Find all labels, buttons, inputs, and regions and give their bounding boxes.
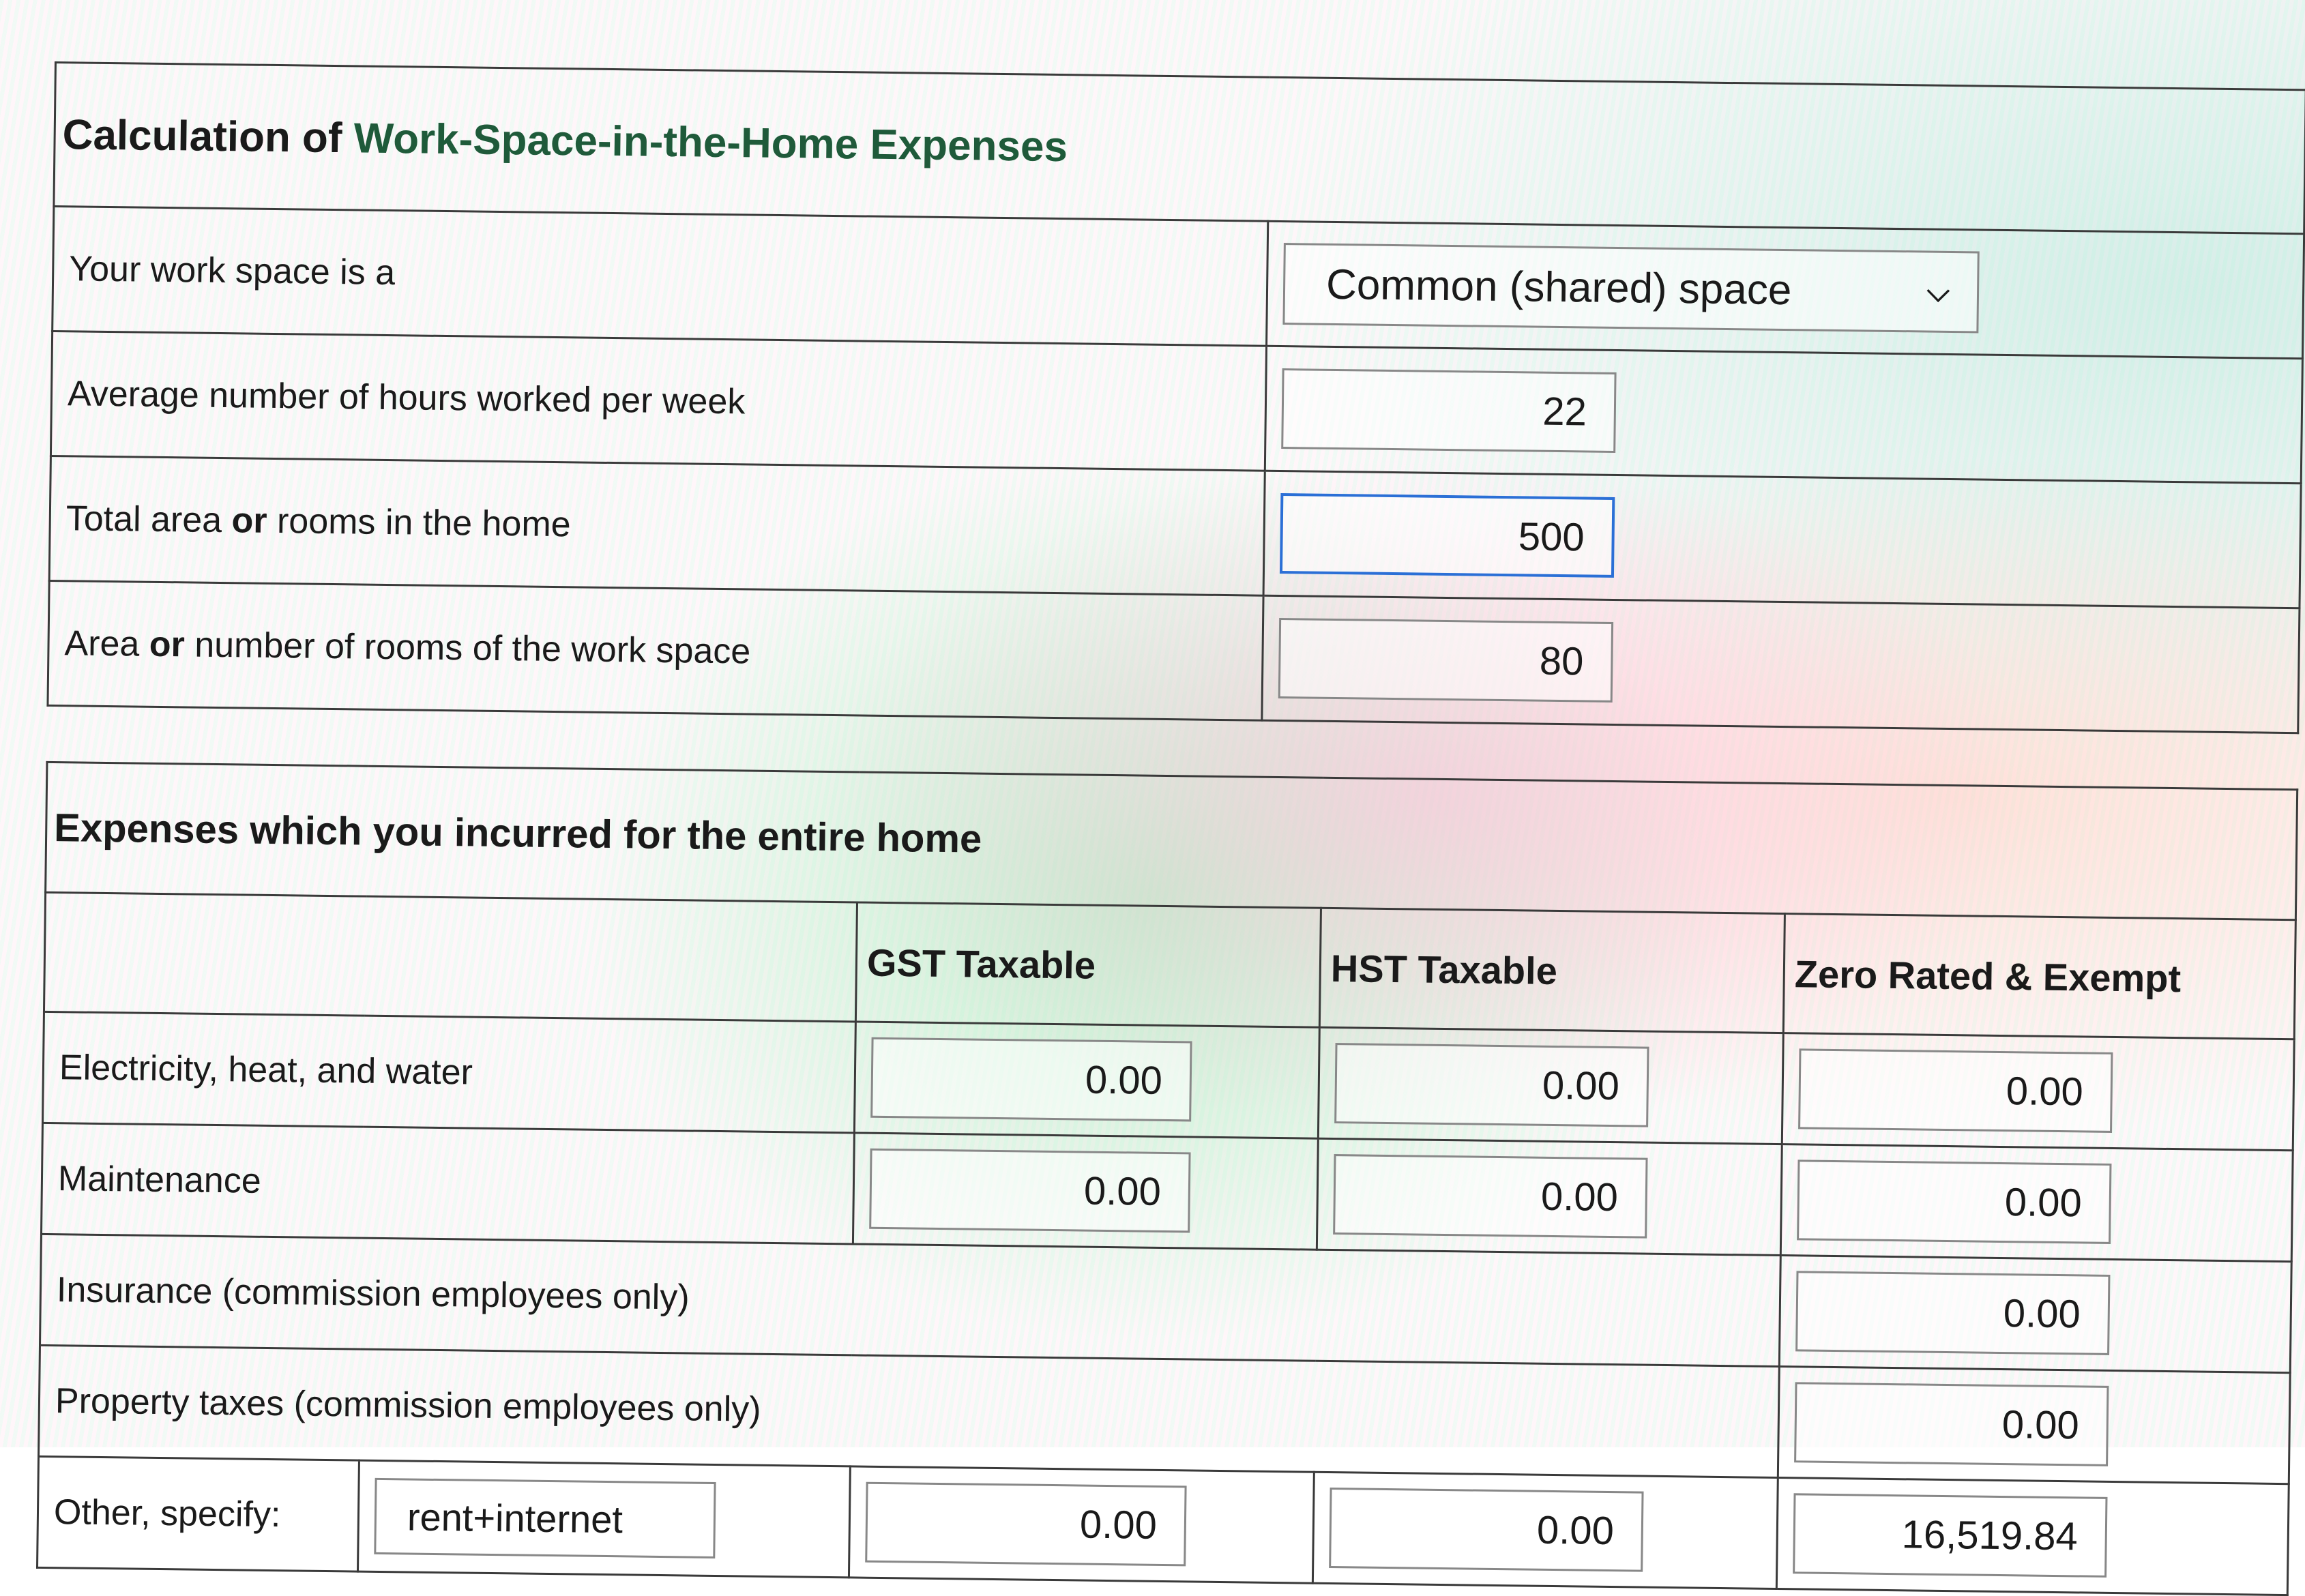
utilities-hst-input[interactable]: 0.00 bbox=[1334, 1043, 1649, 1127]
property-taxes-zero-input[interactable]: 0.00 bbox=[1794, 1382, 2109, 1466]
chevron-down-icon: ⌵ bbox=[1926, 274, 1950, 308]
total-area-or: or bbox=[231, 501, 267, 541]
work-space-table: Calculation of Work-Space-in-the-Home Ex… bbox=[46, 61, 2305, 734]
utilities-hst-cell: 0.00 bbox=[1318, 1027, 1784, 1144]
column-hst-taxable: HST Taxable bbox=[1319, 908, 1785, 1033]
maintenance-label: Maintenance bbox=[41, 1123, 855, 1244]
property-taxes-label: Property taxes (commission employees onl… bbox=[38, 1345, 1780, 1478]
insurance-label: Insurance (commission employees only) bbox=[40, 1234, 1781, 1367]
column-gst-taxable: GST Taxable bbox=[855, 902, 1321, 1028]
maintenance-zero-input[interactable]: 0.00 bbox=[1797, 1159, 2112, 1244]
hours-input[interactable]: 22 bbox=[1281, 368, 1617, 453]
other-zero-input[interactable]: 16,519.84 bbox=[1793, 1493, 2108, 1578]
work-area-cell: 80 bbox=[1261, 595, 2300, 733]
other-gst-cell: 0.00 bbox=[849, 1466, 1315, 1584]
total-area-cell: 500 bbox=[1263, 471, 2302, 608]
other-zero-cell: 16,519.84 bbox=[1776, 1477, 2289, 1595]
work-space-type-select[interactable]: Common (shared) space ⌵ bbox=[1282, 243, 1980, 334]
work-area-label-a: Area bbox=[64, 623, 150, 664]
other-gst-input[interactable]: 0.00 bbox=[865, 1481, 1187, 1567]
other-hst-cell: 0.00 bbox=[1312, 1472, 1778, 1589]
maintenance-hst-cell: 0.00 bbox=[1317, 1138, 1782, 1256]
work-space-type-value: Common (shared) space bbox=[1325, 261, 1792, 314]
section-title-prefix: Calculation of bbox=[62, 110, 355, 162]
other-specify-cell: rent+internet bbox=[357, 1460, 851, 1578]
work-area-label-b: number of rooms of the work space bbox=[184, 625, 751, 672]
section-title-emphasis: Work-Space-in-the-Home Expenses bbox=[353, 114, 1068, 171]
work-space-type-cell: Common (shared) space ⌵ bbox=[1266, 221, 2304, 359]
total-area-label-a: Total area bbox=[65, 499, 232, 541]
total-area-label-b: rooms in the home bbox=[267, 501, 572, 545]
section-title: Calculation of Work-Space-in-the-Home Ex… bbox=[53, 62, 2305, 234]
insurance-zero-cell: 0.00 bbox=[1779, 1255, 2292, 1373]
maintenance-gst-cell: 0.00 bbox=[853, 1132, 1319, 1250]
utilities-gst-cell: 0.00 bbox=[854, 1021, 1320, 1139]
column-zero-rated-exempt: Zero Rated & Exempt bbox=[1783, 913, 2296, 1039]
insurance-zero-input[interactable]: 0.00 bbox=[1795, 1271, 2111, 1355]
hours-cell: 22 bbox=[1265, 346, 2303, 484]
total-area-input[interactable]: 500 bbox=[1279, 493, 1615, 578]
expenses-table: Expenses which you incurred for the enti… bbox=[36, 761, 2298, 1596]
maintenance-gst-input[interactable]: 0.00 bbox=[869, 1148, 1191, 1233]
other-specify-input[interactable]: rent+internet bbox=[374, 1477, 716, 1558]
maintenance-hst-input[interactable]: 0.00 bbox=[1333, 1154, 1648, 1239]
work-space-form: Calculation of Work-Space-in-the-Home Ex… bbox=[36, 61, 2305, 1596]
utilities-label: Electricity, heat, and water bbox=[42, 1011, 856, 1133]
utilities-gst-input[interactable]: 0.00 bbox=[870, 1037, 1192, 1122]
property-taxes-zero-cell: 0.00 bbox=[1778, 1366, 2291, 1484]
work-space-type-label: Your work space is a bbox=[52, 206, 1268, 346]
expenses-header-blank bbox=[44, 892, 857, 1022]
other-label: Other, specify: bbox=[37, 1456, 359, 1572]
hours-label: Average number of hours worked per week bbox=[50, 331, 1267, 471]
utilities-zero-cell: 0.00 bbox=[1782, 1033, 2295, 1151]
maintenance-zero-cell: 0.00 bbox=[1780, 1144, 2293, 1262]
work-area-input[interactable]: 80 bbox=[1278, 617, 1614, 703]
work-area-label: Area or number of rooms of the work spac… bbox=[47, 580, 1264, 721]
other-hst-input[interactable]: 0.00 bbox=[1329, 1487, 1644, 1572]
work-area-or: or bbox=[149, 624, 186, 665]
total-area-label: Total area or rooms in the home bbox=[49, 456, 1265, 596]
utilities-zero-input[interactable]: 0.00 bbox=[1798, 1048, 2113, 1133]
